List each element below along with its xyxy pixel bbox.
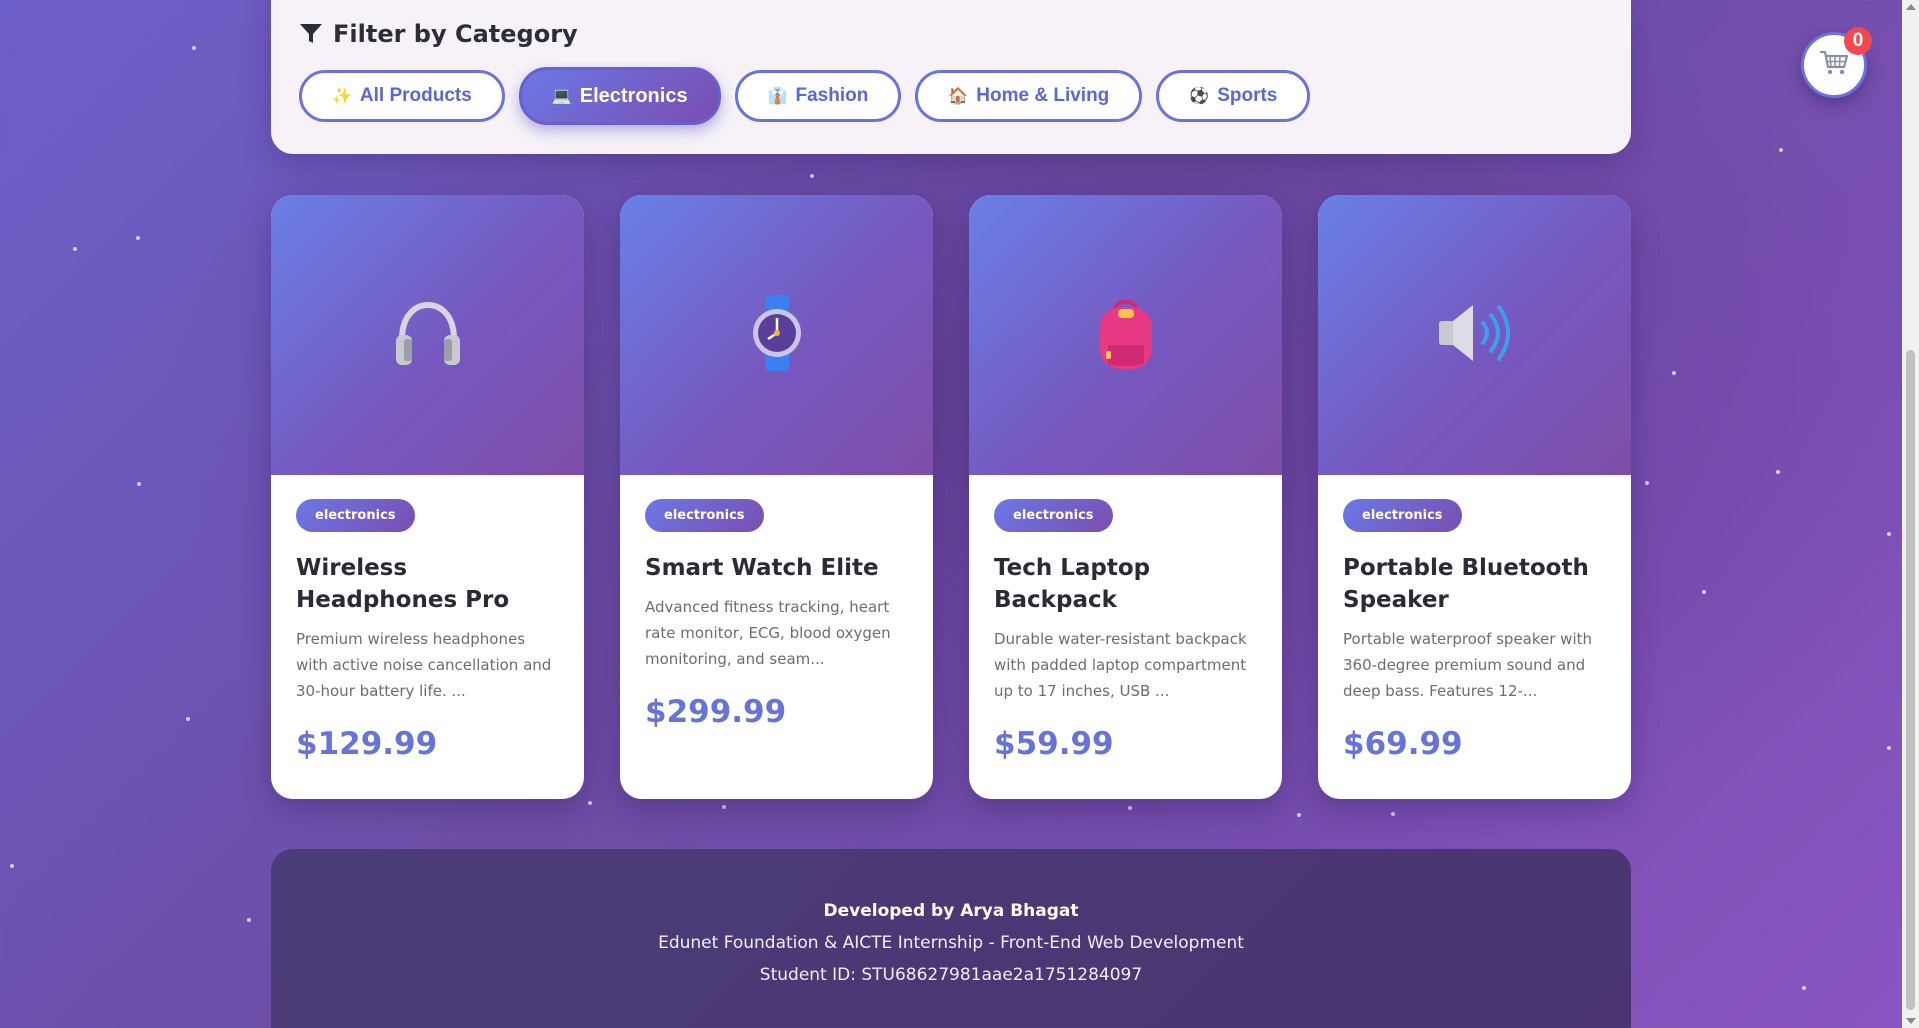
product-grid: electronics Wireless Headphones Pro Prem… [271, 195, 1631, 799]
product-description: Premium wireless headphones with active … [296, 630, 552, 700]
product-name: Tech Laptop Backpack [994, 555, 1151, 613]
star [1776, 470, 1780, 474]
footer-program: Edunet Foundation & AICTE Internship - F… [658, 933, 1244, 953]
product-card[interactable]: electronics Portable Bluetooth Speaker P… [1318, 195, 1631, 799]
category-all-products-button[interactable]: ✨ All Products [299, 70, 505, 122]
category-filter-panel: Filter by Category ✨ All Products 💻 Elec… [271, 0, 1631, 154]
star [1672, 371, 1676, 375]
sparkles-icon: ✨ [332, 88, 352, 105]
filter-heading: Filter by Category [299, 20, 578, 48]
star [1702, 590, 1706, 594]
scrollbar-thumb[interactable] [1906, 350, 1915, 1010]
laptop-icon: 💻 [551, 88, 572, 105]
category-label: Sports [1217, 85, 1278, 106]
cart-count-badge: 0 [1844, 27, 1872, 55]
star [136, 236, 140, 240]
category-label: Fashion [795, 85, 869, 106]
filter-title: Filter by Category [333, 20, 578, 48]
product-description: Durable water-resistant backpack with pa… [994, 630, 1247, 700]
star [1391, 812, 1395, 816]
star [1645, 481, 1649, 485]
star [1887, 532, 1891, 536]
category-buttons: ✨ All Products 💻 Electronics 👔 Fashion 🏠… [299, 67, 1311, 125]
product-image [969, 195, 1282, 475]
category-fashion-button[interactable]: 👔 Fashion [734, 70, 902, 122]
star [1779, 148, 1783, 152]
shirt-icon: 👔 [767, 88, 788, 105]
category-label: Home & Living [976, 85, 1110, 106]
category-sports-button[interactable]: ⚽ Sports [1156, 70, 1311, 122]
category-badge: electronics [994, 499, 1113, 532]
star [192, 46, 196, 50]
product-card[interactable]: electronics Wireless Headphones Pro Prem… [271, 195, 584, 799]
category-badge: electronics [1343, 499, 1462, 532]
category-badge: electronics [296, 499, 415, 532]
product-name: Portable Bluetooth Speaker [1343, 555, 1589, 613]
cart-button[interactable]: 0 [1801, 27, 1872, 98]
product-image [271, 195, 584, 475]
scroll-up-arrow-icon[interactable] [1906, 4, 1916, 10]
star [1128, 806, 1132, 810]
footer: Developed by Arya Bhagat Edunet Foundati… [271, 849, 1631, 1028]
speaker-icon [1433, 293, 1517, 377]
cart-icon [1818, 49, 1850, 81]
category-label: All Products [359, 85, 472, 106]
footer-developer: Developed by Arya Bhagat [823, 901, 1079, 921]
product-image [620, 195, 933, 475]
backpack-icon [1086, 293, 1166, 377]
product-price: $299.99 [645, 694, 787, 730]
star [1802, 986, 1806, 990]
product-description: Portable waterproof speaker with 360-deg… [1343, 630, 1593, 700]
star [1887, 746, 1891, 750]
headphones-icon [388, 293, 468, 377]
star [588, 801, 592, 805]
star [73, 247, 77, 251]
star [1297, 813, 1301, 817]
watch-icon [737, 293, 817, 377]
star [722, 805, 726, 809]
footer-student-id: Student ID: STU68627981aae2a1751284097 [759, 965, 1143, 985]
star [810, 174, 814, 178]
product-price: $59.99 [994, 726, 1114, 762]
product-description: Advanced fitness tracking, heart rate mo… [645, 598, 891, 668]
category-electronics-button[interactable]: 💻 Electronics [518, 67, 721, 125]
house-icon: 🏠 [948, 88, 969, 105]
product-price: $69.99 [1343, 726, 1463, 762]
product-image [1318, 195, 1631, 475]
product-name: Smart Watch Elite [645, 555, 879, 581]
ball-icon: ⚽ [1189, 88, 1210, 105]
star [247, 918, 251, 922]
category-label: Electronics [579, 84, 688, 107]
category-badge: electronics [645, 499, 764, 532]
star [137, 482, 141, 486]
scroll-down-arrow-icon[interactable] [1906, 1018, 1916, 1024]
product-card[interactable]: electronics Smart Watch Elite Advanced f… [620, 195, 933, 799]
page-scrollbar[interactable] [1902, 0, 1919, 1028]
product-name: Wireless Headphones Pro [296, 555, 510, 613]
star [186, 717, 190, 721]
filter-icon [299, 23, 323, 45]
category-home-living-button[interactable]: 🏠 Home & Living [915, 70, 1143, 122]
star [10, 864, 14, 868]
product-card[interactable]: electronics Tech Laptop Backpack Durable… [969, 195, 1282, 799]
product-price: $129.99 [296, 726, 438, 762]
